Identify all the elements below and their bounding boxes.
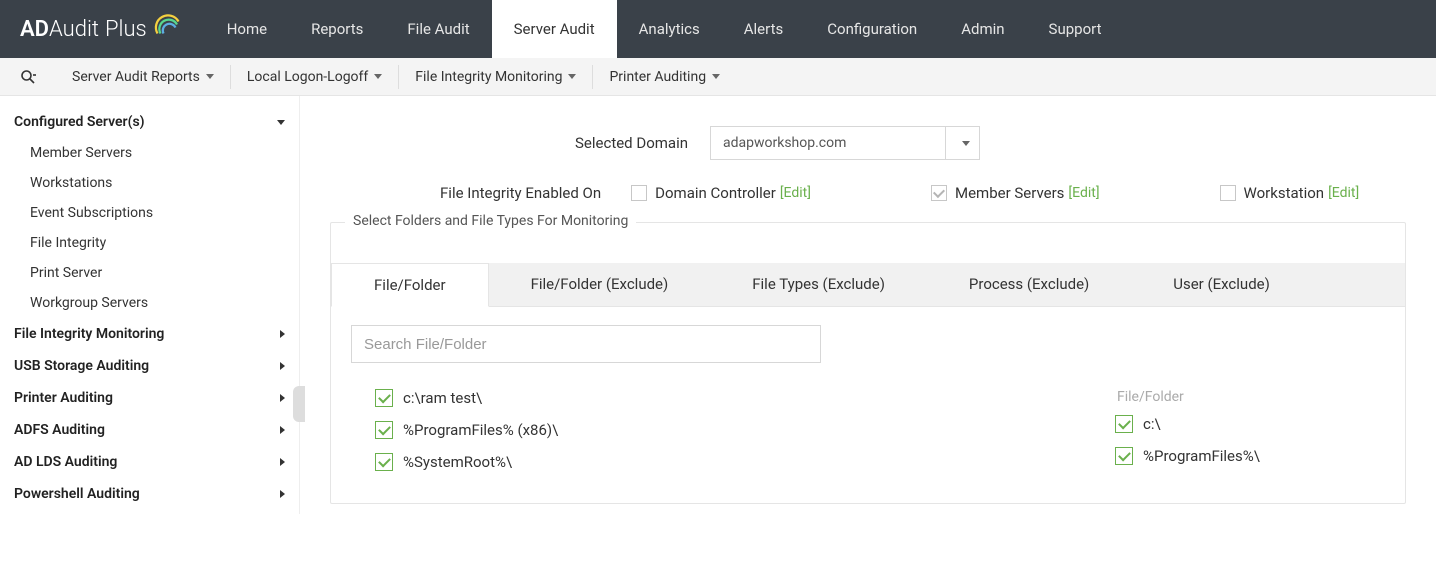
tab-file-folder-exclude[interactable]: File/Folder (Exclude) [489, 263, 711, 306]
chevron-right-icon [280, 394, 285, 402]
check-icon [1115, 447, 1133, 465]
monitoring-fieldset: Select Folders and File Types For Monito… [330, 222, 1406, 504]
sidebar-section-powershell-auditing[interactable]: Powershell Auditing [0, 478, 299, 510]
caret-down-icon [568, 74, 576, 79]
sidebar-section-file-integrity-monitoring[interactable]: File Integrity Monitoring [0, 318, 299, 350]
ms-label: Member Servers [955, 184, 1064, 202]
subnav-local-logon-logoff[interactable]: Local Logon-Logoff [231, 65, 399, 89]
nav-configuration[interactable]: Configuration [805, 0, 939, 58]
nav-reports[interactable]: Reports [289, 0, 385, 58]
sidebar-section-ad-lds-auditing[interactable]: AD LDS Auditing [0, 446, 299, 478]
col-head-file-folder: File/Folder [1117, 389, 1260, 405]
checkbox-domain-controller[interactable] [631, 185, 647, 201]
selected-domain-dropdown[interactable]: adapworkshop.com [710, 126, 980, 160]
file-path-label: c:\ [1143, 415, 1161, 433]
sidebar-item-workgroup-servers[interactable]: Workgroup Servers [0, 288, 299, 318]
nav-alerts[interactable]: Alerts [722, 0, 806, 58]
logo-text-ad: AD [20, 17, 49, 42]
sidebar-item-member-servers[interactable]: Member Servers [0, 138, 299, 168]
logo-text-plus: Plus [105, 17, 147, 42]
subnav-printer-auditing[interactable]: Printer Auditing [593, 65, 736, 89]
sidebar-item-print-server[interactable]: Print Server [0, 258, 299, 288]
ws-label: Workstation [1244, 184, 1325, 202]
file-path-label: %ProgramFiles% (x86)\ [403, 421, 558, 439]
tab-file-types-exclude[interactable]: File Types (Exclude) [710, 263, 927, 306]
nav-home[interactable]: Home [205, 0, 289, 58]
checkbox-workstation[interactable] [1220, 185, 1236, 201]
subnav-label: Server Audit Reports [72, 69, 200, 85]
sidebar-section-label: Powershell Auditing [14, 486, 140, 502]
sidebar-section-usb-storage-auditing[interactable]: USB Storage Auditing [0, 350, 299, 382]
sidebar-section-label: ADFS Auditing [14, 422, 105, 438]
subnav-label: File Integrity Monitoring [415, 69, 562, 85]
file-path-label: c:\ram test\ [403, 389, 482, 407]
fieldset-legend: Select Folders and File Types For Monito… [345, 213, 636, 229]
chevron-right-icon [280, 362, 285, 370]
nav-file-audit[interactable]: File Audit [385, 0, 491, 58]
check-icon [375, 421, 393, 439]
subnav-server-audit-reports[interactable]: Server Audit Reports [56, 65, 231, 89]
check-icon [375, 389, 393, 407]
sidebar-section-configured-servers[interactable]: Configured Server(s) [0, 106, 299, 138]
logo-text-audit: Audit [49, 17, 99, 42]
nav-support[interactable]: Support [1027, 0, 1124, 58]
file-item[interactable]: c:\ram test\ [375, 389, 1115, 407]
sidebar-section-adfs-auditing[interactable]: ADFS Auditing [0, 414, 299, 446]
chevron-right-icon [280, 490, 285, 498]
checkbox-member-servers[interactable] [931, 185, 947, 201]
chevron-down-icon [962, 141, 970, 146]
quick-search-icon[interactable] [18, 67, 38, 87]
edit-dc-link[interactable]: [Edit] [780, 185, 811, 201]
sidebar-section-label: AD LDS Auditing [14, 454, 117, 470]
file-item[interactable]: %ProgramFiles%\ [1115, 447, 1260, 465]
monitoring-tabs: File/Folder File/Folder (Exclude) File T… [331, 263, 1405, 307]
file-item[interactable]: c:\ [1115, 415, 1260, 433]
sub-nav: Server Audit Reports Local Logon-Logoff … [0, 58, 1436, 96]
chevron-right-icon [280, 426, 285, 434]
sidebar: Configured Server(s) Member Servers Work… [0, 96, 300, 514]
subnav-label: Printer Auditing [609, 69, 706, 85]
file-path-label: %SystemRoot%\ [403, 453, 512, 471]
sidebar-section-label: USB Storage Auditing [14, 358, 149, 374]
chevron-down-icon [277, 120, 285, 125]
edit-ws-link[interactable]: [Edit] [1328, 185, 1359, 201]
sidebar-collapse-handle[interactable] [293, 386, 305, 422]
sidebar-item-event-subscriptions[interactable]: Event Subscriptions [0, 198, 299, 228]
sidebar-section-label: Configured Server(s) [14, 114, 145, 130]
selected-domain-value: adapworkshop.com [710, 126, 946, 160]
sidebar-section-label: File Integrity Monitoring [14, 326, 164, 342]
chevron-right-icon [280, 458, 285, 466]
nav-admin[interactable]: Admin [939, 0, 1026, 58]
search-file-folder-input[interactable] [351, 325, 821, 363]
file-path-label: %ProgramFiles%\ [1143, 447, 1260, 465]
dropdown-button[interactable] [946, 126, 980, 160]
subnav-label: Local Logon-Logoff [247, 69, 368, 85]
nav-server-audit[interactable]: Server Audit [492, 0, 617, 58]
app-logo: ADAudit Plus [0, 0, 205, 58]
caret-down-icon [206, 74, 214, 79]
nav-analytics[interactable]: Analytics [617, 0, 722, 58]
fi-enabled-label: File Integrity Enabled On [440, 184, 601, 202]
tab-user-exclude[interactable]: User (Exclude) [1131, 263, 1312, 306]
sidebar-item-file-integrity[interactable]: File Integrity [0, 228, 299, 258]
tab-file-folder[interactable]: File/Folder [331, 263, 489, 307]
sidebar-section-label: Printer Auditing [14, 390, 113, 406]
selected-domain-label: Selected Domain [330, 134, 710, 152]
dc-label: Domain Controller [655, 184, 776, 202]
caret-down-icon [374, 74, 382, 79]
subnav-file-integrity-monitoring[interactable]: File Integrity Monitoring [399, 65, 593, 89]
file-item[interactable]: %ProgramFiles% (x86)\ [375, 421, 1115, 439]
logo-swirl-icon [153, 11, 183, 41]
sidebar-item-workstations[interactable]: Workstations [0, 168, 299, 198]
edit-ms-link[interactable]: [Edit] [1068, 185, 1099, 201]
check-icon [1115, 415, 1133, 433]
caret-down-icon [712, 74, 720, 79]
check-icon [375, 453, 393, 471]
main-content: Selected Domain adapworkshop.com File In… [300, 96, 1436, 514]
file-item[interactable]: %SystemRoot%\ [375, 453, 1115, 471]
tab-process-exclude[interactable]: Process (Exclude) [927, 263, 1131, 306]
top-nav: ADAudit Plus Home Reports File Audit Ser… [0, 0, 1436, 58]
sidebar-section-printer-auditing[interactable]: Printer Auditing [0, 382, 299, 414]
chevron-right-icon [280, 330, 285, 338]
